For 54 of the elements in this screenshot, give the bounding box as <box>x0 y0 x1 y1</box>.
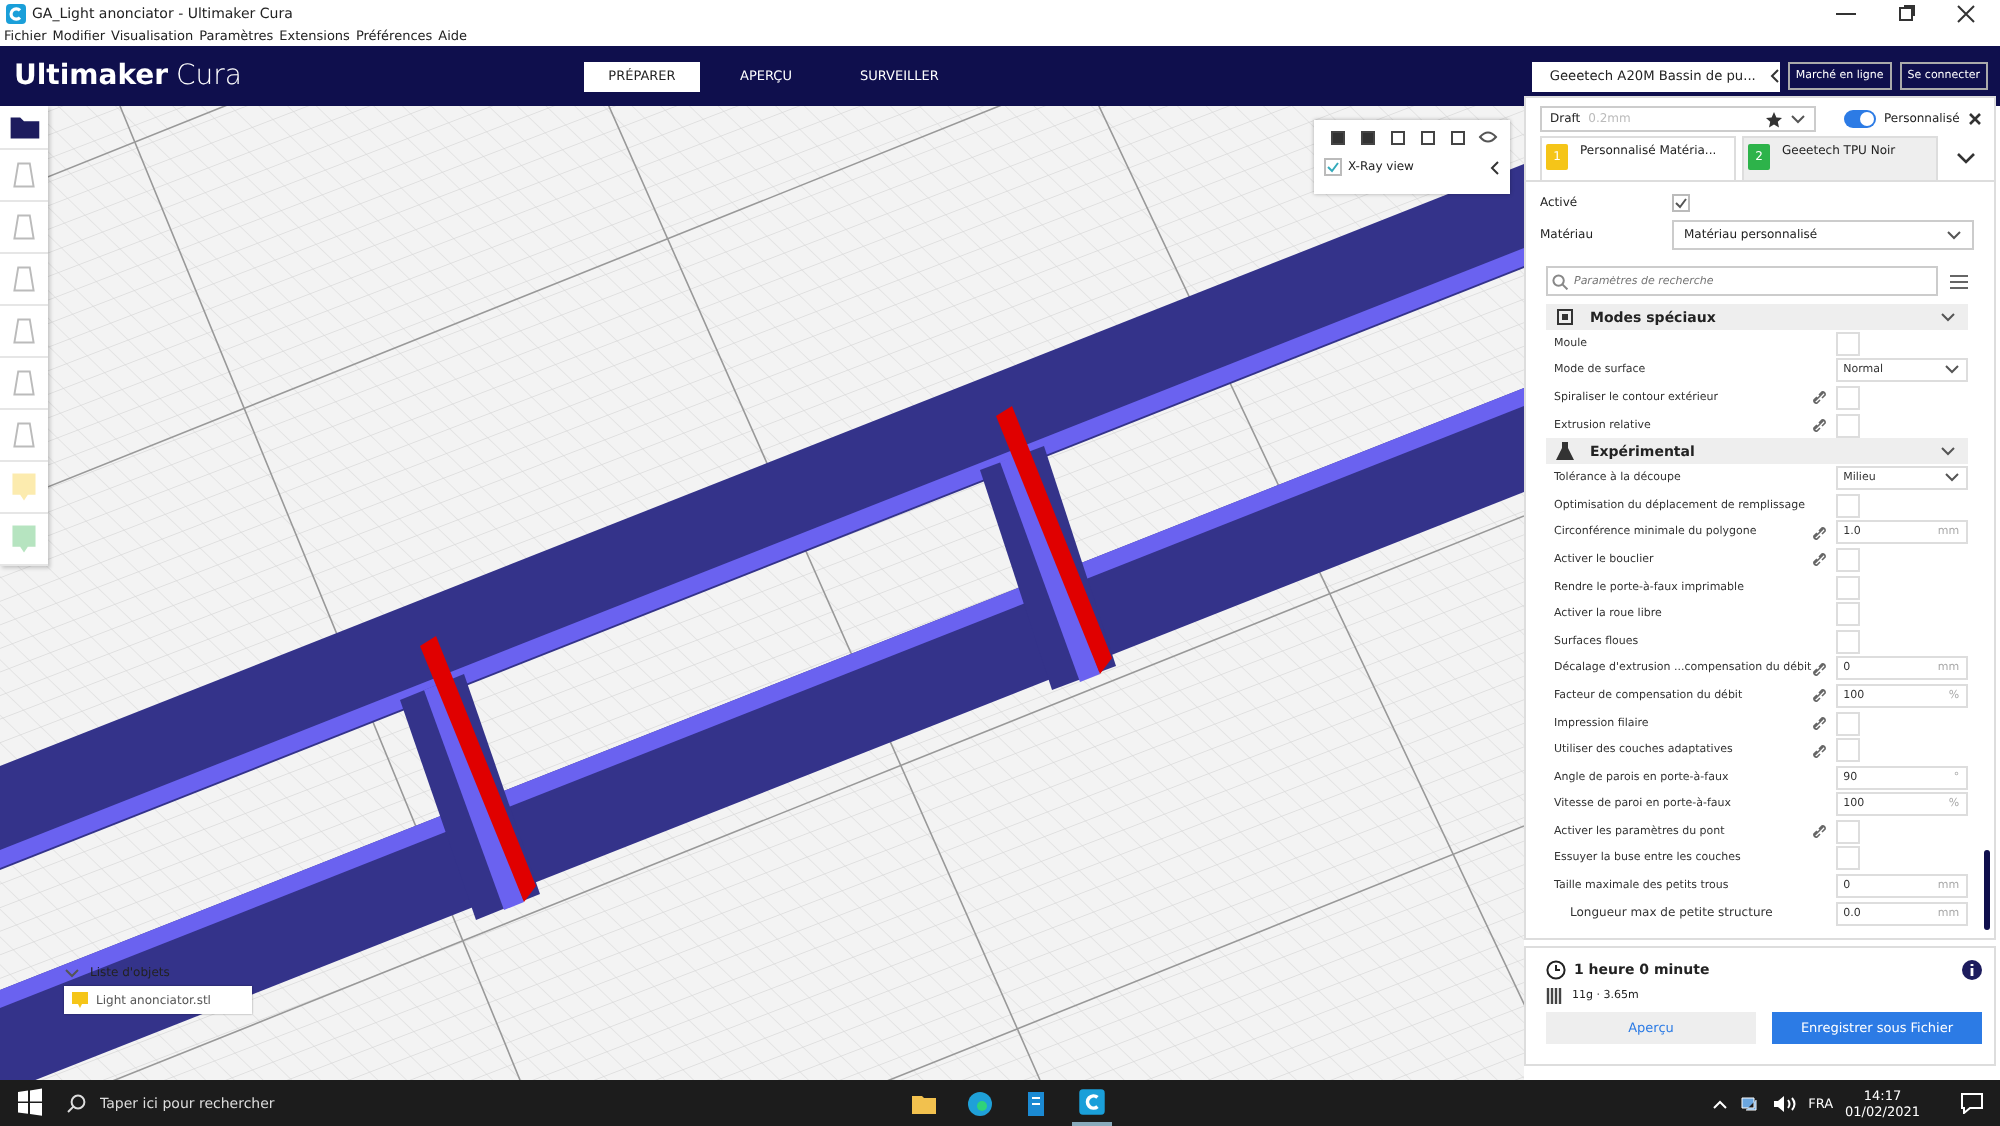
top-view-icon[interactable] <box>1388 128 1408 146</box>
filament-icon <box>1546 988 1564 1004</box>
search-icon <box>66 1093 86 1113</box>
scrollbar[interactable] <box>1983 850 1990 930</box>
setting-checkbox[interactable] <box>1835 819 1860 844</box>
chevron-down-icon <box>1943 472 1960 485</box>
logo-text: Cura <box>176 60 243 92</box>
link-icon <box>1811 390 1826 405</box>
setting-checkbox[interactable] <box>1835 575 1860 600</box>
xray-checkbox[interactable] <box>1324 158 1342 176</box>
enabled-checkbox[interactable] <box>1672 194 1690 212</box>
network-icon[interactable] <box>1740 1093 1761 1113</box>
eye-icon[interactable] <box>1478 128 1498 146</box>
right-view-icon[interactable] <box>1448 128 1468 146</box>
link-icon <box>1811 418 1826 433</box>
setting-checkbox[interactable] <box>1835 385 1860 410</box>
setting-checkbox[interactable] <box>1835 846 1860 871</box>
left-view-icon[interactable] <box>1418 128 1438 146</box>
setting-checkbox[interactable] <box>1835 629 1860 654</box>
clock-icon <box>1546 960 1566 980</box>
chevron-left-icon[interactable] <box>1488 159 1500 175</box>
chevron-up-icon[interactable] <box>1712 1097 1729 1109</box>
front-view-icon[interactable] <box>1358 128 1378 146</box>
3d-view-icon[interactable] <box>1328 128 1348 146</box>
link-icon <box>1811 661 1826 676</box>
setting-checkbox[interactable] <box>1835 413 1860 438</box>
setting-checkbox[interactable] <box>1835 493 1860 518</box>
link-icon <box>1811 824 1826 839</box>
link-icon <box>1811 525 1826 540</box>
setting-checkbox[interactable] <box>1835 711 1860 736</box>
info-icon[interactable] <box>1962 960 1982 980</box>
setting-checkbox[interactable] <box>1835 602 1860 627</box>
close-icon[interactable] <box>1967 112 1982 126</box>
chevron-down-icon <box>1943 364 1960 377</box>
notification-icon[interactable] <box>1960 1092 1984 1114</box>
link-icon <box>1811 743 1826 758</box>
mode-toggle[interactable] <box>1844 110 1876 128</box>
setting-checkbox[interactable] <box>1835 547 1860 572</box>
mode-icon <box>1556 308 1574 326</box>
chevron-left-icon <box>1767 68 1780 84</box>
chevron-down-icon <box>1946 229 1962 241</box>
chevron-down-icon[interactable] <box>1956 152 1976 166</box>
link-icon <box>1811 688 1826 703</box>
star-icon <box>1766 111 1782 127</box>
setting-checkbox[interactable] <box>1835 738 1860 763</box>
chevron-down-icon <box>1790 113 1806 125</box>
setting-checkbox[interactable] <box>1835 331 1860 356</box>
menu-icon[interactable] <box>1950 273 1968 289</box>
link-icon <box>1811 716 1826 731</box>
link-icon <box>1811 552 1826 567</box>
logo-text: Ultimaker <box>14 60 169 92</box>
flask-icon <box>1556 442 1574 461</box>
search-icon <box>1552 274 1568 290</box>
speaker-icon[interactable] <box>1772 1093 1797 1113</box>
